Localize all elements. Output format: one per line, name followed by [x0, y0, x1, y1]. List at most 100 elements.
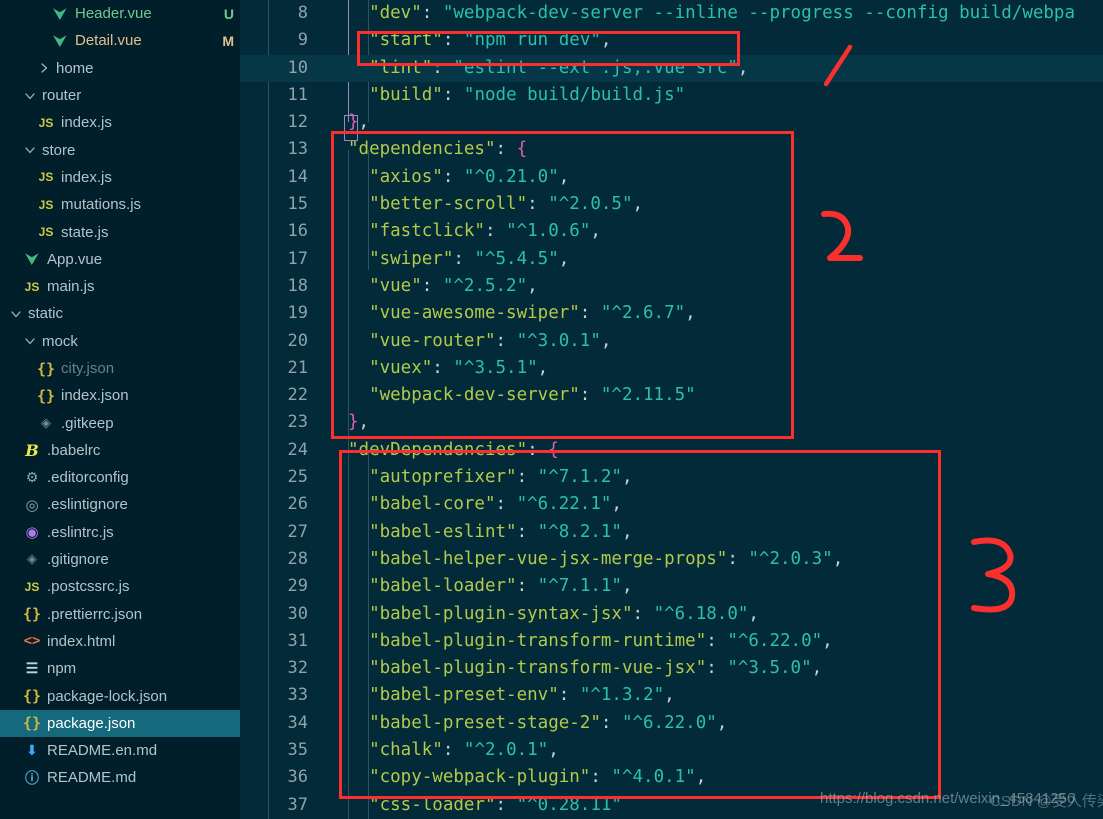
code-line[interactable]: 21 "vuex": "^3.5.1",: [240, 355, 1103, 382]
code-line[interactable]: 30 "babel-plugin-syntax-jsx": "^6.18.0",: [240, 601, 1103, 628]
line-number: 12: [287, 112, 308, 133]
sidebar-item-detail-vue[interactable]: ⮟ Detail.vue M: [0, 27, 240, 54]
code-line[interactable]: 25 "autoprefixer": "^7.1.2",: [240, 464, 1103, 491]
sidebar-item-label: Header.vue: [75, 5, 152, 23]
code-line[interactable]: 35 "chalk": "^2.0.1",: [240, 737, 1103, 764]
code-line[interactable]: 22 "webpack-dev-server": "^2.11.5": [240, 382, 1103, 409]
code-line[interactable]: 20 "vue-router": "^3.0.1",: [240, 328, 1103, 355]
download-icon: ⬇: [26, 742, 38, 759]
code-line-text: "autoprefixer": "^7.1.2",: [369, 467, 633, 488]
code-lines[interactable]: 8 "dev": "webpack-dev-server --inline --…: [240, 0, 1103, 819]
sidebar-item-package-lock-json[interactable]: {} package-lock.json: [0, 682, 240, 709]
chevron-down-icon[interactable]: [22, 88, 38, 104]
code-line[interactable]: 26 "babel-core": "^6.22.1",: [240, 491, 1103, 518]
line-number: 13: [287, 139, 308, 160]
sidebar-item-state-js[interactable]: JS state.js: [0, 218, 240, 245]
sidebar-item-index-js[interactable]: JS index.js: [0, 164, 240, 191]
chevron-right-icon[interactable]: [36, 60, 52, 76]
file-explorer-sidebar[interactable]: ⮟ Header.vue U ⮟ Detail.vue Mhome router JS inde…: [0, 0, 240, 819]
code-line-text: "better-scroll": "^2.0.5",: [369, 194, 644, 215]
code-line[interactable]: 9 "start": "npm run dev",: [240, 27, 1103, 54]
js-icon: JS: [24, 279, 40, 294]
code-line-text: "dev": "webpack-dev-server --inline --pr…: [369, 3, 1075, 23]
code-line[interactable]: 31 "babel-plugin-transform-runtime": "^6…: [240, 628, 1103, 655]
sidebar-item-router[interactable]: router: [0, 82, 240, 109]
sidebar-item-mutations-js[interactable]: JS mutations.js: [0, 191, 240, 218]
sidebar-item-index-html[interactable]: <> index.html: [0, 628, 240, 655]
chevron-down-icon[interactable]: [22, 333, 38, 349]
code-line[interactable]: 27 "babel-eslint": "^8.2.1",: [240, 519, 1103, 546]
sidebar-item-app-vue[interactable]: ⮟ App.vue: [0, 246, 240, 273]
code-line[interactable]: 36 "copy-webpack-plugin": "^4.0.1",: [240, 764, 1103, 791]
list-icon: ☰: [25, 660, 39, 677]
sidebar-item-editorconfig[interactable]: ⚙ .editorconfig: [0, 464, 240, 491]
sidebar-item-eslintrc-js[interactable]: ◉ .eslintrc.js: [0, 519, 240, 546]
code-line[interactable]: 33 "babel-preset-env": "^1.3.2",: [240, 682, 1103, 709]
line-number: 18: [287, 275, 308, 296]
line-number: 14: [287, 166, 308, 187]
code-line[interactable]: 15 "better-scroll": "^2.0.5",: [240, 191, 1103, 218]
sidebar-item-city-json[interactable]: {} city.json: [0, 355, 240, 382]
js-icon: JS: [38, 170, 54, 185]
code-line[interactable]: 13 "dependencies": {: [240, 136, 1103, 163]
sidebar-item-header-vue[interactable]: ⮟ Header.vue U: [0, 0, 240, 27]
code-line[interactable]: 14 "axios": "^0.21.0",: [240, 164, 1103, 191]
sidebar-item-readme-en-md[interactable]: ⬇ README.en.md: [0, 737, 240, 764]
sidebar-item-package-json[interactable]: {} package.json: [0, 709, 240, 738]
code-line-text: "fastclick": "^1.0.6",: [369, 221, 601, 242]
eslint-ignore-icon: ◎: [25, 495, 39, 514]
line-number: 34: [287, 712, 308, 733]
code-line[interactable]: 10 "lint": "eslint --ext .js,.vue src",: [240, 54, 1103, 82]
code-line[interactable]: 32 "babel-plugin-transform-vue-jsx": "^3…: [240, 655, 1103, 682]
sidebar-item-babelrc[interactable]: B .babelrc: [0, 437, 240, 464]
sidebar-item-prettierrc-json[interactable]: {} .prettierrc.json: [0, 601, 240, 628]
sidebar-item-main-js[interactable]: JS main.js: [0, 273, 240, 300]
sidebar-item-store[interactable]: store: [0, 136, 240, 163]
code-line-text: "vue": "^2.5.2",: [369, 275, 538, 296]
js-icon: JS: [24, 579, 40, 594]
code-line[interactable]: 18 "vue": "^2.5.2",: [240, 273, 1103, 300]
code-line-text: "vue-router": "^3.0.1",: [369, 330, 612, 351]
line-number: 30: [287, 603, 308, 624]
code-line[interactable]: 11 "build": "node build/build.js": [240, 82, 1103, 109]
code-line[interactable]: 34 "babel-preset-stage-2": "^6.22.0",: [240, 710, 1103, 737]
sidebar-item-index-js[interactable]: JS index.js: [0, 109, 240, 136]
code-line[interactable]: 23},: [240, 409, 1103, 436]
chevron-down-icon[interactable]: [22, 142, 38, 158]
code-line[interactable]: 29 "babel-loader": "^7.1.1",: [240, 573, 1103, 600]
git-status-badge: M: [222, 32, 234, 49]
code-line-text: "start": "npm run dev",: [369, 30, 612, 51]
sidebar-item-home[interactable]: home: [0, 55, 240, 82]
code-line[interactable]: 12},: [240, 109, 1103, 136]
sidebar-item-static[interactable]: static: [0, 300, 240, 327]
bracket-match-highlight: [344, 115, 358, 141]
code-line[interactable]: 8 "dev": "webpack-dev-server --inline --…: [240, 0, 1103, 27]
sidebar-item-label: index.html: [47, 632, 116, 650]
code-line-text: "dependencies": {: [348, 139, 528, 160]
line-number: 20: [287, 330, 308, 351]
code-line-text: "chalk": "^2.0.1",: [369, 740, 559, 761]
sidebar-item-index-json[interactable]: {} index.json: [0, 382, 240, 409]
sidebar-item-mock[interactable]: mock: [0, 328, 240, 355]
sidebar-item-label: App.vue: [47, 250, 103, 268]
sidebar-item-npm[interactable]: ☰ npm: [0, 655, 240, 682]
line-number: 11: [287, 84, 308, 105]
code-editor[interactable]: 8 "dev": "webpack-dev-server --inline --…: [240, 0, 1103, 819]
gear-icon: ⚙: [25, 469, 39, 486]
line-number: 22: [287, 385, 308, 406]
sidebar-item-readme-md[interactable]: ⓘ README.md: [0, 764, 240, 791]
code-line[interactable]: 24 "devDependencies": {: [240, 437, 1103, 464]
sidebar-item-gitignore[interactable]: ◈ .gitignore: [0, 546, 240, 573]
sidebar-item-gitkeep[interactable]: ◈ .gitkeep: [0, 409, 240, 436]
code-line[interactable]: 19 "vue-awesome-swiper": "^2.6.7",: [240, 300, 1103, 327]
code-line[interactable]: 17 "swiper": "^5.4.5",: [240, 246, 1103, 273]
code-line[interactable]: 28 "babel-helper-vue-jsx-merge-props": "…: [240, 546, 1103, 573]
chevron-down-icon[interactable]: [8, 306, 24, 322]
code-line-text: "babel-core": "^6.22.1",: [369, 494, 622, 515]
code-line[interactable]: 16 "fastclick": "^1.0.6",: [240, 218, 1103, 245]
sidebar-item-postcssrc-js[interactable]: JS .postcssrc.js: [0, 573, 240, 600]
code-line-text: "vuex": "^3.5.1",: [369, 357, 549, 378]
babel-icon: B: [25, 440, 39, 460]
sidebar-item-eslintignore[interactable]: ◎ .eslintignore: [0, 491, 240, 518]
code-line-text: "babel-helper-vue-jsx-merge-props": "^2.…: [369, 548, 844, 569]
